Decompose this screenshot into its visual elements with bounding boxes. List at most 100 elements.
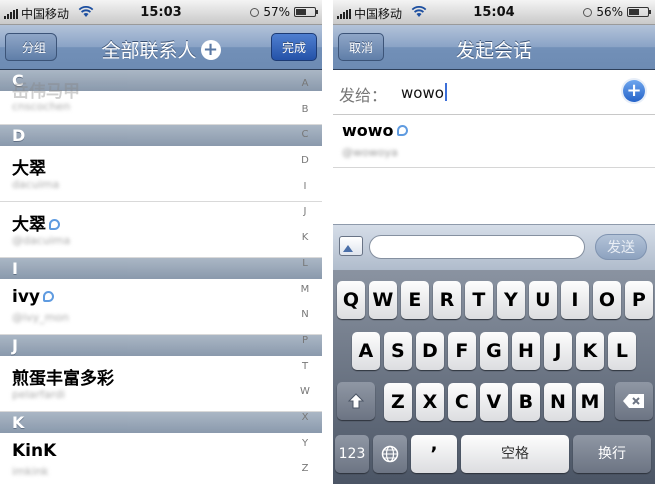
key-s[interactable]: S	[384, 332, 412, 370]
compose-screen: 中国移动 15:04 56% 取消 发起会话 发给： wowo + wowo @…	[333, 0, 655, 484]
contact-name: 岳伟马甲	[12, 82, 80, 102]
index-letter[interactable]: D	[294, 155, 316, 181]
key-k[interactable]: K	[576, 332, 604, 370]
verified-icon	[396, 125, 408, 136]
key-q[interactable]: Q	[337, 281, 365, 319]
index-letter[interactable]: N	[294, 309, 316, 335]
key-v[interactable]: V	[480, 383, 508, 421]
key-l[interactable]: L	[608, 332, 636, 370]
contacts-screen: 中国移动 15:03 57% 分组 全部联系人 + 完成 C 岳伟马甲 cnsco…	[0, 0, 322, 484]
index-letter[interactable]: C	[294, 129, 316, 155]
shift-key[interactable]	[337, 382, 375, 420]
index-letter[interactable]: B	[294, 104, 316, 130]
key-c[interactable]: C	[448, 383, 476, 421]
rotation-lock-icon	[250, 7, 260, 17]
numbers-key[interactable]: 123	[335, 435, 369, 473]
contact-name-wrap: 大翠	[12, 210, 60, 235]
space-key[interactable]: 空格	[461, 435, 569, 473]
screenshot-divider	[322, 0, 333, 484]
index-letter[interactable]: L	[294, 258, 316, 284]
key-g[interactable]: G	[480, 332, 508, 370]
verified-icon	[43, 291, 54, 302]
section-header-i: I	[0, 258, 322, 279]
contact-name: 煎蛋丰富多彩	[12, 369, 114, 389]
add-contact-icon[interactable]: +	[200, 40, 221, 60]
index-letter[interactable]: K	[294, 232, 316, 258]
send-button[interactable]: 发送	[595, 234, 647, 260]
recipient-input-wrap[interactable]: wowo	[401, 83, 447, 102]
section-header-d: D	[0, 125, 322, 146]
key-r[interactable]: R	[433, 281, 461, 319]
key-p[interactable]: P	[625, 281, 653, 319]
contact-name-wrap: ivy	[12, 287, 54, 307]
page-title-text: 全部联系人	[101, 40, 197, 62]
delete-key[interactable]	[615, 382, 653, 420]
list-item[interactable]: 大翠 @dacuima	[0, 202, 322, 258]
list-item[interactable]: 大翠 dacuima	[0, 146, 322, 202]
key-e[interactable]: E	[401, 281, 429, 319]
battery-icon	[627, 7, 651, 17]
key-z[interactable]: Z	[384, 383, 412, 421]
key-b[interactable]: B	[512, 383, 540, 421]
list-item[interactable]: 岳伟马甲 cnscochen	[0, 82, 322, 125]
key-n[interactable]: N	[544, 383, 572, 421]
index-letter[interactable]: Z	[294, 463, 316, 484]
key-d[interactable]: D	[416, 332, 444, 370]
text-cursor	[444, 83, 447, 101]
keyboard: 123 ’ 空格 换行 QWERTYUIOP ASDFGHJKL ZXCVBNM	[333, 270, 655, 484]
contact-username: @ivy_mon	[12, 311, 69, 324]
list-item[interactable]: ivy @ivy_mon	[0, 279, 322, 335]
contact-name: 大翠	[12, 215, 46, 235]
key-y[interactable]: Y	[497, 281, 525, 319]
section-header-k: K	[0, 412, 322, 433]
page-title: 发起会话	[455, 40, 532, 62]
shift-arrow-icon	[347, 393, 365, 409]
contact-name: ivy	[12, 287, 40, 307]
battery-percent: 57%	[263, 5, 290, 19]
list-item[interactable]: KinK imkink	[0, 433, 322, 484]
index-letter[interactable]: W	[294, 386, 316, 412]
index-letter[interactable]: A	[294, 78, 316, 104]
empty-area	[333, 168, 655, 224]
key-m[interactable]: M	[576, 383, 604, 421]
contact-username: imkink	[12, 465, 49, 478]
key-u[interactable]: U	[529, 281, 557, 319]
key-a[interactable]: A	[352, 332, 380, 370]
key-h[interactable]: H	[512, 332, 540, 370]
key-w[interactable]: W	[369, 281, 397, 319]
globe-key[interactable]	[373, 435, 407, 473]
add-recipient-button[interactable]: +	[623, 80, 645, 102]
key-f[interactable]: F	[448, 332, 476, 370]
key-j[interactable]: J	[544, 332, 572, 370]
message-input[interactable]	[369, 235, 585, 259]
section-index[interactable]: ABCDIJKLMNPTWXYZ	[294, 78, 316, 484]
key-x[interactable]: X	[416, 383, 444, 421]
navigation-bar: 分组 全部联系人 + 完成	[0, 25, 322, 70]
index-letter[interactable]: T	[294, 361, 316, 387]
recipient-input[interactable]: wowo	[401, 84, 444, 102]
recipient-field[interactable]: 发给： wowo +	[333, 70, 655, 115]
photo-icon[interactable]	[339, 236, 363, 256]
index-letter[interactable]: J	[294, 206, 316, 232]
done-button[interactable]: 完成	[270, 33, 317, 61]
suggestion-username: @wowoya	[342, 146, 398, 159]
index-letter[interactable]: Y	[294, 438, 316, 464]
index-letter[interactable]: I	[294, 181, 316, 207]
navigation-bar: 取消 发起会话	[333, 25, 655, 70]
index-letter[interactable]: M	[294, 284, 316, 310]
index-letter[interactable]: P	[294, 335, 316, 361]
suggestion-item[interactable]: wowo @wowoya	[333, 115, 655, 168]
recipient-label: 发给：	[339, 86, 388, 105]
list-item[interactable]: 煎蛋丰富多彩 pelarfardi	[0, 356, 322, 412]
contact-username: dacuima	[12, 178, 60, 191]
verified-icon	[49, 219, 60, 230]
comma-key[interactable]: ’	[411, 435, 457, 473]
key-i[interactable]: I	[561, 281, 589, 319]
return-key[interactable]: 换行	[573, 435, 651, 473]
status-bar: 中国移动 15:04 56%	[333, 0, 655, 25]
key-o[interactable]: O	[593, 281, 621, 319]
battery-percent: 56%	[596, 5, 623, 19]
index-letter[interactable]: X	[294, 412, 316, 438]
key-t[interactable]: T	[465, 281, 493, 319]
contact-list[interactable]: C 岳伟马甲 cnscochen D 大翠 dacuima 大翠 @dacuim…	[0, 70, 322, 484]
